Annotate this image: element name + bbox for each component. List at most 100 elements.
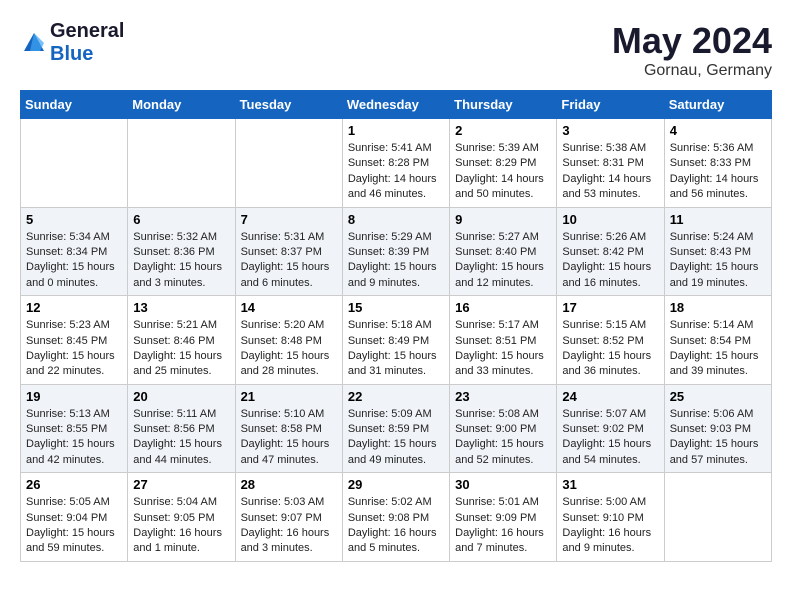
day-info: Sunrise: 5:04 AM Sunset: 9:05 PM Dayligh… — [133, 495, 229, 557]
day-info: Sunrise: 5:18 AM Sunset: 8:49 PM Dayligh… — [348, 318, 444, 380]
calendar-cell: 24 Sunrise: 5:07 AM Sunset: 9:02 PM Dayli… — [557, 384, 664, 473]
calendar-cell: 12 Sunrise: 5:23 AM Sunset: 8:45 PM Dayli… — [21, 296, 128, 385]
calendar-cell: 23 Sunrise: 5:08 AM Sunset: 9:00 PM Dayli… — [450, 384, 557, 473]
calendar-cell: 5Sunrise: 5:34 AM Sunset: 8:34 PM Daylig… — [21, 207, 128, 296]
day-info: Sunrise: 5:00 AM Sunset: 9:10 PM Dayligh… — [562, 495, 658, 557]
calendar-cell: 30Sunrise: 5:01 AM Sunset: 9:09 PM Dayli… — [450, 473, 557, 562]
week-row-2: 5Sunrise: 5:34 AM Sunset: 8:34 PM Daylig… — [21, 207, 772, 296]
day-number: 8 — [348, 212, 444, 227]
day-number: 22 — [348, 389, 444, 404]
calendar-cell: 2Sunrise: 5:39 AM Sunset: 8:29 PM Daylig… — [450, 119, 557, 208]
week-row-4: 19Sunrise: 5:13 AM Sunset: 8:55 PM Dayli… — [21, 384, 772, 473]
day-number: 7 — [241, 212, 337, 227]
day-info: Sunrise: 5:32 AM Sunset: 8:36 PM Dayligh… — [133, 230, 229, 292]
week-row-1: 1Sunrise: 5:41 AM Sunset: 8:28 PM Daylig… — [21, 119, 772, 208]
day-number: 16 — [455, 300, 551, 315]
calendar-cell: 19Sunrise: 5:13 AM Sunset: 8:55 PM Dayli… — [21, 384, 128, 473]
day-number: 6 — [133, 212, 229, 227]
calendar-cell: 1Sunrise: 5:41 AM Sunset: 8:28 PM Daylig… — [342, 119, 449, 208]
calendar-cell: 18Sunrise: 5:14 AM Sunset: 8:54 PM Dayli… — [664, 296, 771, 385]
header-monday: Monday — [128, 91, 235, 119]
calendar-cell: 20 Sunrise: 5:11 AM Sunset: 8:56 PM Dayli… — [128, 384, 235, 473]
calendar-cell: 9Sunrise: 5:27 AM Sunset: 8:40 PM Daylig… — [450, 207, 557, 296]
calendar-cell — [664, 473, 771, 562]
title-block: May 2024 Gornau, Germany — [612, 20, 772, 80]
header-tuesday: Tuesday — [235, 91, 342, 119]
day-number: 11 — [670, 212, 766, 227]
calendar-cell — [21, 119, 128, 208]
calendar-cell: 31 Sunrise: 5:00 AM Sunset: 9:10 PM Dayli… — [557, 473, 664, 562]
calendar-cell: 3Sunrise: 5:38 AM Sunset: 8:31 PM Daylig… — [557, 119, 664, 208]
location: Gornau, Germany — [612, 62, 772, 80]
day-info: Sunrise: 5:06 AM Sunset: 9:03 PM Dayligh… — [670, 407, 766, 469]
day-number: 30 — [455, 477, 551, 492]
calendar-cell: 26 Sunrise: 5:05 AM Sunset: 9:04 PM Dayli… — [21, 473, 128, 562]
day-info: Sunrise: 5:21 AM Sunset: 8:46 PM Dayligh… — [133, 318, 229, 380]
day-info: Sunrise: 5:39 AM Sunset: 8:29 PM Dayligh… — [455, 141, 551, 203]
calendar-cell: 10 Sunrise: 5:26 AM Sunset: 8:42 PM Dayli… — [557, 207, 664, 296]
calendar-cell: 15 Sunrise: 5:18 AM Sunset: 8:49 PM Dayli… — [342, 296, 449, 385]
calendar-cell: 8 Sunrise: 5:29 AM Sunset: 8:39 PM Daylig… — [342, 207, 449, 296]
day-number: 20 — [133, 389, 229, 404]
header-thursday: Thursday — [450, 91, 557, 119]
day-number: 26 — [26, 477, 122, 492]
logo-icon — [20, 29, 48, 57]
header-saturday: Saturday — [664, 91, 771, 119]
day-number: 27 — [133, 477, 229, 492]
day-info: Sunrise: 5:41 AM Sunset: 8:28 PM Dayligh… — [348, 141, 444, 203]
weekday-header-row: Sunday Monday Tuesday Wednesday Thursday… — [21, 91, 772, 119]
calendar-cell: 29 Sunrise: 5:02 AM Sunset: 9:08 PM Dayli… — [342, 473, 449, 562]
calendar-cell: 14 Sunrise: 5:20 AM Sunset: 8:48 PM Dayli… — [235, 296, 342, 385]
calendar-cell — [128, 119, 235, 208]
day-info: Sunrise: 5:08 AM Sunset: 9:00 PM Dayligh… — [455, 407, 551, 469]
day-number: 21 — [241, 389, 337, 404]
calendar-cell: 17 Sunrise: 5:15 AM Sunset: 8:52 PM Dayli… — [557, 296, 664, 385]
day-info: Sunrise: 5:09 AM Sunset: 8:59 PM Dayligh… — [348, 407, 444, 469]
calendar-cell: 28 Sunrise: 5:03 AM Sunset: 9:07 PM Dayli… — [235, 473, 342, 562]
calendar-cell: 7 Sunrise: 5:31 AM Sunset: 8:37 PM Daylig… — [235, 207, 342, 296]
header-sunday: Sunday — [21, 91, 128, 119]
day-number: 15 — [348, 300, 444, 315]
week-row-3: 12 Sunrise: 5:23 AM Sunset: 8:45 PM Dayli… — [21, 296, 772, 385]
day-number: 31 — [562, 477, 658, 492]
calendar-cell: 21 Sunrise: 5:10 AM Sunset: 8:58 PM Dayli… — [235, 384, 342, 473]
calendar-cell: 16 Sunrise: 5:17 AM Sunset: 8:51 PM Dayli… — [450, 296, 557, 385]
day-info: Sunrise: 5:15 AM Sunset: 8:52 PM Dayligh… — [562, 318, 658, 380]
calendar-cell: 11Sunrise: 5:24 AM Sunset: 8:43 PM Dayli… — [664, 207, 771, 296]
calendar-cell: 4Sunrise: 5:36 AM Sunset: 8:33 PM Daylig… — [664, 119, 771, 208]
calendar-table: Sunday Monday Tuesday Wednesday Thursday… — [20, 90, 772, 562]
day-info: Sunrise: 5:17 AM Sunset: 8:51 PM Dayligh… — [455, 318, 551, 380]
day-info: Sunrise: 5:02 AM Sunset: 9:08 PM Dayligh… — [348, 495, 444, 557]
day-info: Sunrise: 5:36 AM Sunset: 8:33 PM Dayligh… — [670, 141, 766, 203]
calendar-cell — [235, 119, 342, 208]
day-number: 28 — [241, 477, 337, 492]
day-info: Sunrise: 5:23 AM Sunset: 8:45 PM Dayligh… — [26, 318, 122, 380]
day-info: Sunrise: 5:26 AM Sunset: 8:42 PM Dayligh… — [562, 230, 658, 292]
day-info: Sunrise: 5:31 AM Sunset: 8:37 PM Dayligh… — [241, 230, 337, 292]
day-number: 24 — [562, 389, 658, 404]
day-info: Sunrise: 5:03 AM Sunset: 9:07 PM Dayligh… — [241, 495, 337, 557]
header-wednesday: Wednesday — [342, 91, 449, 119]
day-number: 9 — [455, 212, 551, 227]
day-info: Sunrise: 5:29 AM Sunset: 8:39 PM Dayligh… — [348, 230, 444, 292]
month-title: May 2024 — [612, 20, 772, 62]
day-number: 23 — [455, 389, 551, 404]
day-info: Sunrise: 5:14 AM Sunset: 8:54 PM Dayligh… — [670, 318, 766, 380]
day-info: Sunrise: 5:05 AM Sunset: 9:04 PM Dayligh… — [26, 495, 122, 557]
day-info: Sunrise: 5:10 AM Sunset: 8:58 PM Dayligh… — [241, 407, 337, 469]
day-number: 17 — [562, 300, 658, 315]
day-info: Sunrise: 5:34 AM Sunset: 8:34 PM Dayligh… — [26, 230, 122, 292]
calendar-cell: 22 Sunrise: 5:09 AM Sunset: 8:59 PM Dayli… — [342, 384, 449, 473]
day-info: Sunrise: 5:20 AM Sunset: 8:48 PM Dayligh… — [241, 318, 337, 380]
calendar-cell: 6 Sunrise: 5:32 AM Sunset: 8:36 PM Daylig… — [128, 207, 235, 296]
day-number: 10 — [562, 212, 658, 227]
calendar-cell: 27 Sunrise: 5:04 AM Sunset: 9:05 PM Dayli… — [128, 473, 235, 562]
logo: General Blue — [20, 20, 124, 66]
day-info: Sunrise: 5:11 AM Sunset: 8:56 PM Dayligh… — [133, 407, 229, 469]
page-header: General Blue May 2024 Gornau, Germany — [20, 20, 772, 80]
day-info: Sunrise: 5:07 AM Sunset: 9:02 PM Dayligh… — [562, 407, 658, 469]
day-number: 29 — [348, 477, 444, 492]
day-number: 12 — [26, 300, 122, 315]
calendar-cell: 13Sunrise: 5:21 AM Sunset: 8:46 PM Dayli… — [128, 296, 235, 385]
day-number: 14 — [241, 300, 337, 315]
